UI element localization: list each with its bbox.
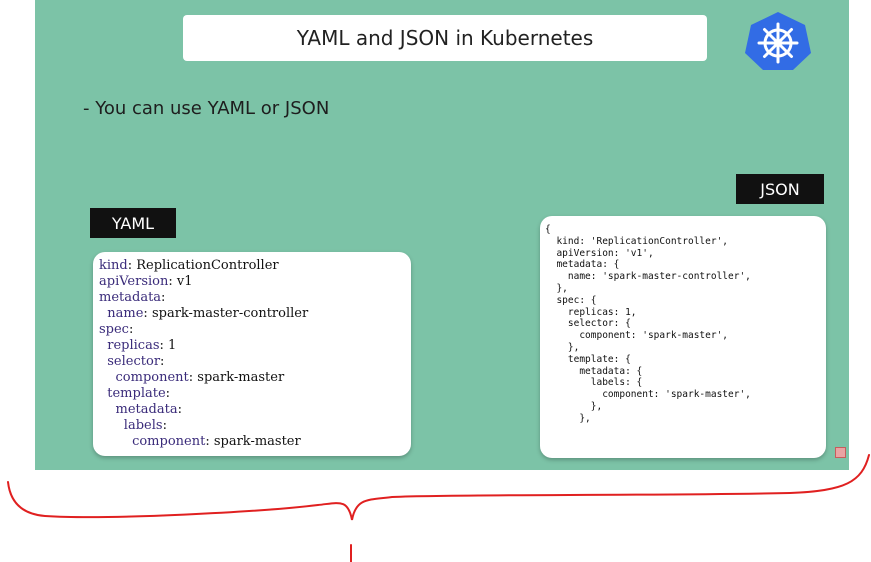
- yaml-key: component: [115, 370, 189, 385]
- yaml-key: apiVersion: [99, 274, 169, 289]
- yaml-key: metadata: [115, 402, 178, 417]
- json-code-line: },: [545, 412, 591, 424]
- yaml-key: spec: [99, 322, 129, 337]
- yaml-value: spark-master: [209, 434, 301, 449]
- json-code-line: metadata: {: [545, 259, 620, 271]
- yaml-value: v1: [172, 274, 193, 289]
- json-code-line: },: [545, 341, 580, 353]
- yaml-key: component: [132, 434, 206, 449]
- json-code-block: { kind: 'ReplicationController', apiVers…: [540, 216, 826, 425]
- yaml-code-line: component: spark-master: [132, 434, 301, 449]
- yaml-key: selector: [107, 354, 161, 369]
- yaml-key: template: [107, 386, 166, 401]
- yaml-code-line: component: spark-master: [115, 370, 285, 385]
- yaml-value: ReplicationController: [132, 258, 279, 273]
- yaml-code-line: replicas: 1: [107, 338, 177, 353]
- slide-title: YAML and JSON in Kubernetes: [183, 15, 707, 61]
- json-code-line: template: {: [545, 353, 631, 365]
- yaml-code-line: labels:: [123, 418, 167, 433]
- json-code-line: component: 'spark-master',: [545, 330, 729, 342]
- json-code-line: apiVersion: 'v1',: [545, 247, 654, 259]
- slide-corner-icon[interactable]: [835, 447, 846, 458]
- json-code-card: { kind: 'ReplicationController', apiVers…: [540, 216, 826, 458]
- yaml-code-line: apiVersion: v1: [99, 274, 193, 289]
- yaml-code-line: selector:: [107, 354, 165, 369]
- json-code-line: labels: {: [545, 377, 643, 389]
- json-code-line: },: [545, 282, 568, 294]
- yaml-code-line: spec:: [99, 322, 134, 337]
- yaml-code-line: template:: [107, 386, 171, 401]
- json-code-line: name: 'spark-master-controller',: [545, 271, 751, 283]
- json-code-line: metadata: {: [545, 365, 643, 377]
- yaml-code-line: kind: ReplicationController: [99, 258, 279, 273]
- bullet-text: - You can use YAML or JSON: [83, 98, 330, 119]
- json-code-line: component: 'spark-master',: [545, 389, 751, 401]
- yaml-key: labels: [123, 418, 163, 433]
- json-code-line: kind: 'ReplicationController',: [545, 235, 729, 247]
- yaml-code-block: kind: ReplicationController apiVersion: v…: [93, 252, 411, 450]
- yaml-key: name: [107, 306, 144, 321]
- json-code-line: },: [545, 400, 603, 412]
- yaml-key: replicas: [107, 338, 160, 353]
- json-code-line: replicas: 1,: [545, 306, 637, 318]
- yaml-code-line: metadata:: [99, 290, 166, 305]
- yaml-code-line: metadata:: [115, 402, 182, 417]
- yaml-code-line: name: spark-master-controller: [107, 306, 309, 321]
- yaml-label: YAML: [90, 208, 176, 238]
- yaml-value: 1: [163, 338, 177, 353]
- json-code-line: selector: {: [545, 318, 631, 330]
- slide: YAML and JSON in Kubernetes - You can us…: [35, 0, 849, 470]
- yaml-key: metadata: [99, 290, 162, 305]
- json-code-line: spec: {: [545, 294, 597, 306]
- yaml-key: kind: [99, 258, 128, 273]
- json-label: JSON: [736, 174, 824, 204]
- yaml-code-card: kind: ReplicationController apiVersion: v…: [93, 252, 411, 456]
- yaml-value: spark-master: [193, 370, 285, 385]
- json-code-line: {: [545, 224, 551, 235]
- kubernetes-logo-icon: [745, 12, 811, 70]
- yaml-value: spark-master-controller: [147, 306, 309, 321]
